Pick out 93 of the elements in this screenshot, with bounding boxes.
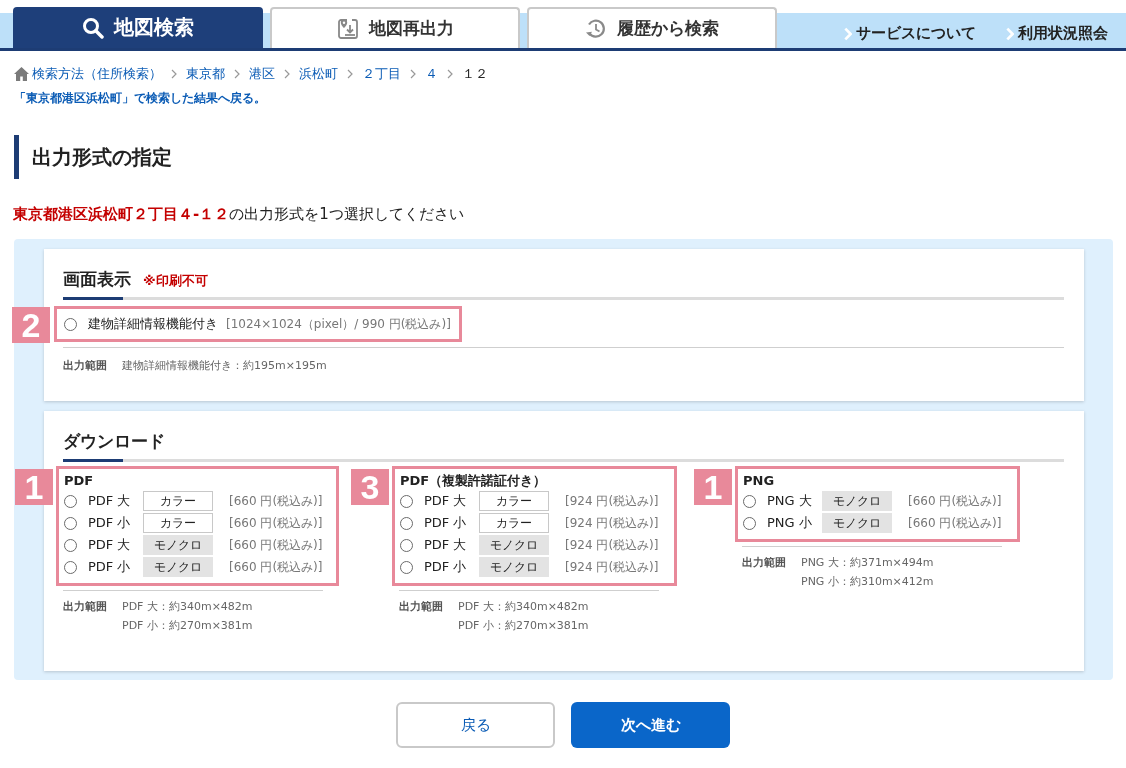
back-link[interactable]: 「東京都港区浜松町」で検索した結果へ戻る。: [14, 90, 266, 107]
instruction-text: 東京都港区浜松町２丁目４-１２の出力形式を1つ選択してください: [13, 204, 464, 225]
nav-tab[interactable]: 履歴から検索: [527, 7, 777, 48]
price-text: [660 円(税込み)]: [229, 514, 323, 532]
range-label: 出力範囲: [399, 599, 443, 615]
option-label: PNG 大: [767, 492, 813, 510]
back-button[interactable]: 戻る: [396, 702, 555, 748]
radio-button[interactable]: [64, 560, 77, 574]
format-tag: モノクロ: [822, 513, 892, 533]
price-text: [660 円(税込み)]: [908, 492, 1002, 510]
radio-button[interactable]: [400, 516, 413, 530]
breadcrumb-link[interactable]: ２丁目: [362, 65, 401, 83]
nav-link[interactable]: 利用状況照会: [1006, 24, 1108, 43]
group-title: PNG: [743, 472, 775, 490]
breadcrumb-link[interactable]: ４: [425, 65, 438, 83]
option-label: PDF 小: [424, 514, 468, 532]
format-tag: モノクロ: [479, 557, 549, 577]
radio-button[interactable]: [743, 494, 756, 508]
range-label: 出力範囲: [63, 358, 107, 374]
nav-link[interactable]: サービスについて: [844, 24, 976, 43]
number-badge: 3: [351, 469, 389, 505]
range-value: PNG 小：約310m×412m: [801, 574, 934, 590]
chevron-icon: [1006, 26, 1014, 41]
option-label: PDF 大: [424, 536, 468, 554]
next-button[interactable]: 次へ進む: [571, 702, 730, 748]
option-label: PDF 大: [424, 492, 468, 510]
option-label: PDF 小: [424, 558, 468, 576]
group-title: PDF: [64, 472, 94, 490]
range-label: 出力範囲: [742, 555, 786, 571]
range-value: PDF 小：約270m×381m: [458, 618, 589, 634]
price-text: [660 円(税込み)]: [229, 558, 323, 576]
range-value: PNG 大：約371m×494m: [801, 555, 934, 571]
range-value: PDF 大：約340m×482m: [458, 599, 589, 615]
radio-button[interactable]: [400, 560, 413, 574]
format-tag: カラー: [479, 513, 549, 533]
price-text: [924 円(税込み)]: [565, 536, 659, 554]
nav-tab[interactable]: 地図検索: [13, 7, 263, 48]
radio-button[interactable]: [64, 494, 77, 508]
breadcrumb-link[interactable]: 浜松町: [299, 65, 338, 83]
format-tag: カラー: [479, 491, 549, 511]
range-value: PDF 小：約270m×381m: [122, 618, 253, 634]
number-badge: 1: [15, 469, 53, 505]
option-label: PDF 大: [88, 536, 132, 554]
option-label: PDF 大: [88, 492, 132, 510]
price-text: [660 円(税込み)]: [229, 536, 323, 554]
format-tag: モノクロ: [822, 491, 892, 511]
option-label: 建物詳細情報機能付き: [88, 315, 218, 333]
price-text: [1024×1024（pixel）/ 990 円(税込み)]: [226, 315, 451, 333]
price-text: [924 円(税込み)]: [565, 492, 659, 510]
radio-button[interactable]: [64, 516, 77, 530]
search-icon: [82, 16, 104, 39]
group-title: PDF（複製許諾証付き）: [400, 472, 547, 490]
option-label: PNG 小: [767, 514, 813, 532]
nav-tab[interactable]: 地図再出力: [270, 7, 520, 48]
pin-download-icon: [336, 17, 359, 40]
radio-button[interactable]: [400, 494, 413, 508]
breadcrumb-link[interactable]: 港区: [249, 65, 275, 83]
range-value: 建物詳細情報機能付き：約195m×195m: [122, 358, 327, 374]
chevron-icon: [171, 69, 177, 79]
price-text: [924 円(税込み)]: [565, 558, 659, 576]
chevron-icon: [234, 69, 240, 79]
radio-button[interactable]: [64, 538, 77, 552]
format-tag: カラー: [143, 491, 213, 511]
warning-note: ※印刷不可: [143, 272, 208, 290]
chevron-icon: [447, 69, 453, 79]
option-label: PDF 小: [88, 514, 132, 532]
range-value: PDF 大：約340m×482m: [122, 599, 253, 615]
section-title: 画面表示: [63, 268, 131, 290]
number-badge: 2: [12, 307, 50, 343]
format-tag: モノクロ: [143, 535, 213, 555]
chevron-icon: [284, 69, 290, 79]
chevron-icon: [347, 69, 353, 79]
range-label: 出力範囲: [63, 599, 107, 615]
radio-button[interactable]: [400, 538, 413, 552]
format-tag: モノクロ: [479, 535, 549, 555]
breadcrumb-link[interactable]: 東京都: [186, 65, 225, 83]
price-text: [924 円(税込み)]: [565, 514, 659, 532]
chevron-icon: [410, 69, 416, 79]
radio-button[interactable]: [743, 516, 756, 530]
breadcrumb-link[interactable]: 検索方法（住所検索）: [32, 65, 162, 83]
section-title: ダウンロード: [63, 430, 165, 452]
number-badge: 1: [694, 469, 732, 505]
home-icon: [14, 67, 29, 81]
chevron-icon: [844, 26, 852, 41]
price-text: [660 円(税込み)]: [229, 492, 323, 510]
page-heading: 出力形式の指定: [14, 135, 172, 179]
format-tag: モノクロ: [143, 557, 213, 577]
format-tag: カラー: [143, 513, 213, 533]
radio-button[interactable]: [64, 317, 77, 331]
breadcrumb-current: １２: [462, 65, 488, 83]
option-label: PDF 小: [88, 558, 132, 576]
price-text: [660 円(税込み)]: [908, 514, 1002, 532]
clock-arrow-icon: [585, 17, 607, 40]
